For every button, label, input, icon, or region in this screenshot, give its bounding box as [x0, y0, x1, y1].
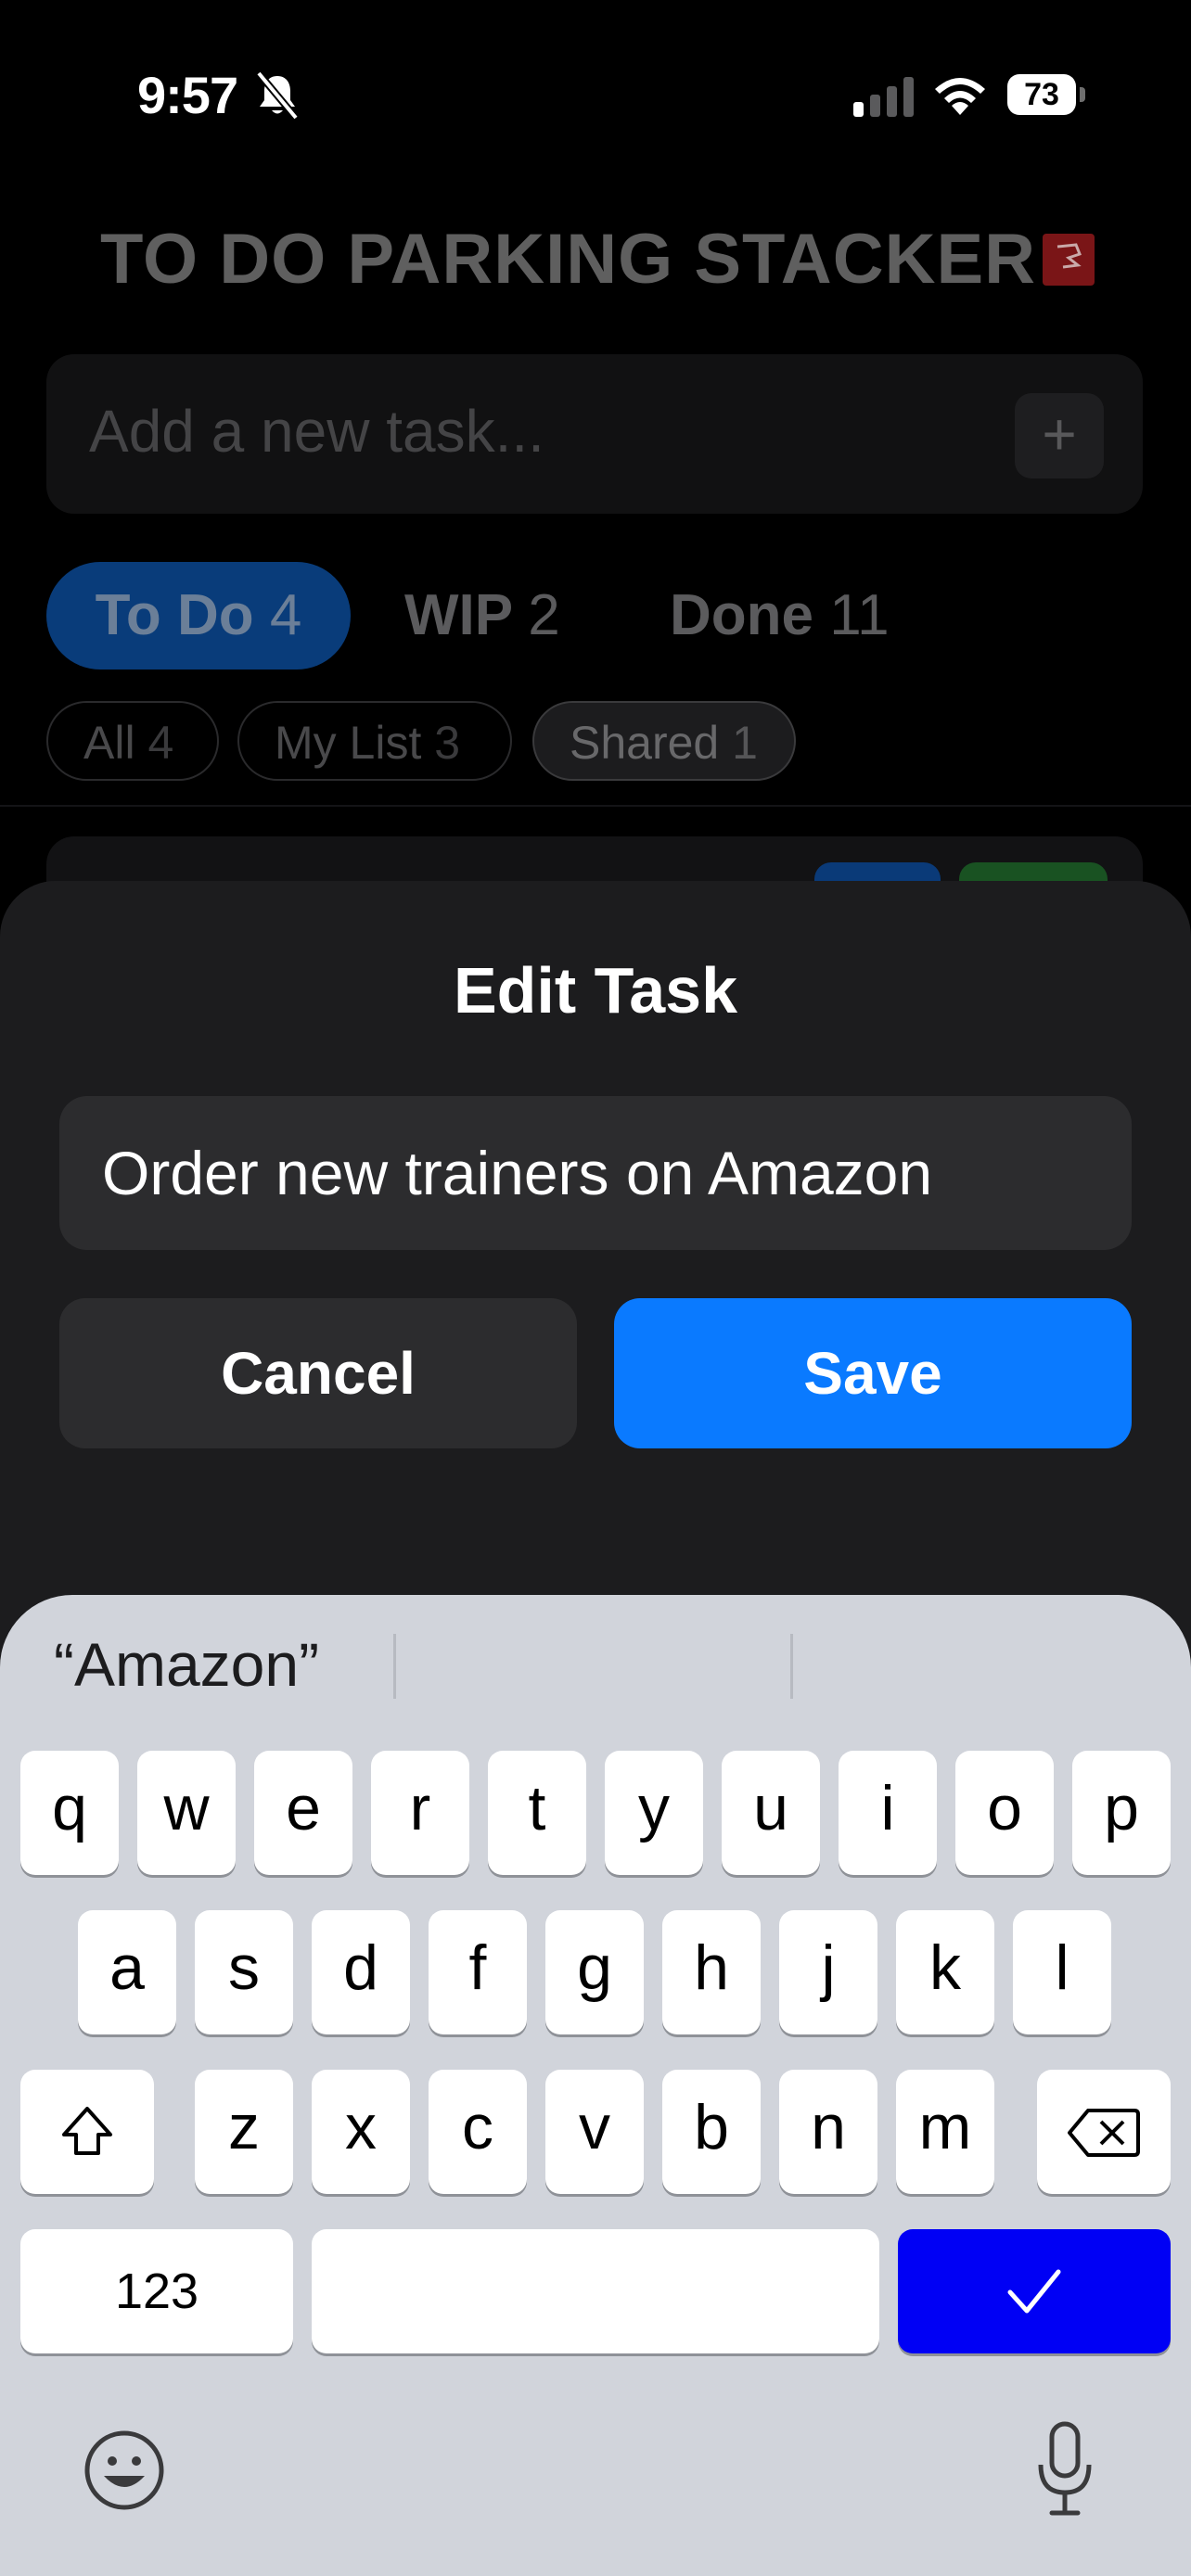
task-edit-field[interactable]	[59, 1096, 1132, 1250]
key-s[interactable]: s	[195, 1910, 293, 2034]
status-time: 9:57	[137, 66, 238, 124]
filter-all[interactable]: All 4	[46, 701, 219, 781]
delete-key[interactable]	[1037, 2070, 1171, 2194]
key-k[interactable]: k	[896, 1910, 994, 2034]
tab-wip-count: 2	[528, 583, 560, 647]
wifi-icon	[931, 74, 989, 117]
key-e[interactable]: e	[254, 1751, 352, 1875]
key-i[interactable]: i	[839, 1751, 937, 1875]
app-logo	[1043, 234, 1095, 286]
emoji-icon[interactable]	[82, 2428, 167, 2513]
filter-all-count: 4	[147, 717, 174, 769]
key-j[interactable]: j	[779, 1910, 877, 2034]
numbers-key[interactable]: 123	[20, 2229, 293, 2353]
tab-wip-label: WIP	[404, 583, 512, 647]
key-c[interactable]: c	[429, 2070, 527, 2194]
key-z[interactable]: z	[195, 2070, 293, 2194]
filter-my-list[interactable]: My List 3	[237, 701, 512, 781]
key-v[interactable]: v	[545, 2070, 644, 2194]
key-w[interactable]: w	[137, 1751, 236, 1875]
key-q[interactable]: q	[20, 1751, 119, 1875]
key-b[interactable]: b	[662, 2070, 761, 2194]
key-u[interactable]: u	[722, 1751, 820, 1875]
add-task-button[interactable]: +	[1015, 393, 1104, 478]
tab-todo[interactable]: To Do 4	[46, 562, 351, 670]
key-y[interactable]: y	[605, 1751, 703, 1875]
key-g[interactable]: g	[545, 1910, 644, 2034]
silent-mode-icon	[254, 70, 301, 121]
tab-done-count: 11	[829, 583, 890, 647]
cellular-signal-icon	[853, 76, 915, 117]
key-t[interactable]: t	[488, 1751, 586, 1875]
key-n[interactable]: n	[779, 2070, 877, 2194]
suggestion-1[interactable]: “Amazon”	[54, 1623, 319, 1706]
app-title: TO DO PARKING STACKER	[100, 220, 1037, 299]
suggestion-divider	[393, 1634, 396, 1699]
divider	[0, 805, 1191, 807]
tab-todo-label: To Do	[95, 583, 254, 647]
filter-shared-count: 1	[732, 717, 758, 769]
filter-my-list-count: 3	[434, 717, 461, 769]
tab-wip[interactable]: WIP 2	[404, 562, 560, 670]
key-l[interactable]: l	[1013, 1910, 1111, 2034]
filter-my-list-label: My List	[275, 717, 422, 769]
battery-icon: 73	[1007, 74, 1087, 117]
battery-level: 73	[1007, 74, 1076, 115]
key-d[interactable]: d	[312, 1910, 410, 2034]
key-p[interactable]: p	[1072, 1751, 1171, 1875]
key-a[interactable]: a	[78, 1910, 176, 2034]
save-button[interactable]: Save	[614, 1298, 1132, 1448]
key-h[interactable]: h	[662, 1910, 761, 2034]
status-bar: 9:57 73	[0, 0, 1191, 185]
key-f[interactable]: f	[429, 1910, 527, 2034]
keyboard: “Amazon” qwertyuiop asdfghjkl zxcvbnm 123	[0, 1595, 1191, 2576]
filter-all-label: All	[83, 717, 135, 769]
tab-done-label: Done	[670, 583, 813, 647]
filter-shared[interactable]: Shared 1	[532, 701, 796, 781]
filter-shared-label: Shared	[570, 717, 720, 769]
new-task-placeholder: Add a new task...	[89, 398, 544, 465]
key-m[interactable]: m	[896, 2070, 994, 2194]
microphone-icon[interactable]	[1035, 2420, 1095, 2519]
key-x[interactable]: x	[312, 2070, 410, 2194]
suggestion-divider	[790, 1634, 793, 1699]
sheet-title: Edit Task	[453, 954, 737, 1027]
tab-todo-count: 4	[269, 583, 302, 647]
key-o[interactable]: o	[955, 1751, 1054, 1875]
tab-done[interactable]: Done 11	[670, 562, 890, 670]
new-task-input[interactable]: Add a new task...	[46, 354, 1143, 514]
space-key[interactable]	[312, 2229, 879, 2353]
shift-key[interactable]	[20, 2070, 154, 2194]
key-r[interactable]: r	[371, 1751, 469, 1875]
done-key[interactable]	[898, 2229, 1171, 2353]
cancel-button[interactable]: Cancel	[59, 1298, 577, 1448]
